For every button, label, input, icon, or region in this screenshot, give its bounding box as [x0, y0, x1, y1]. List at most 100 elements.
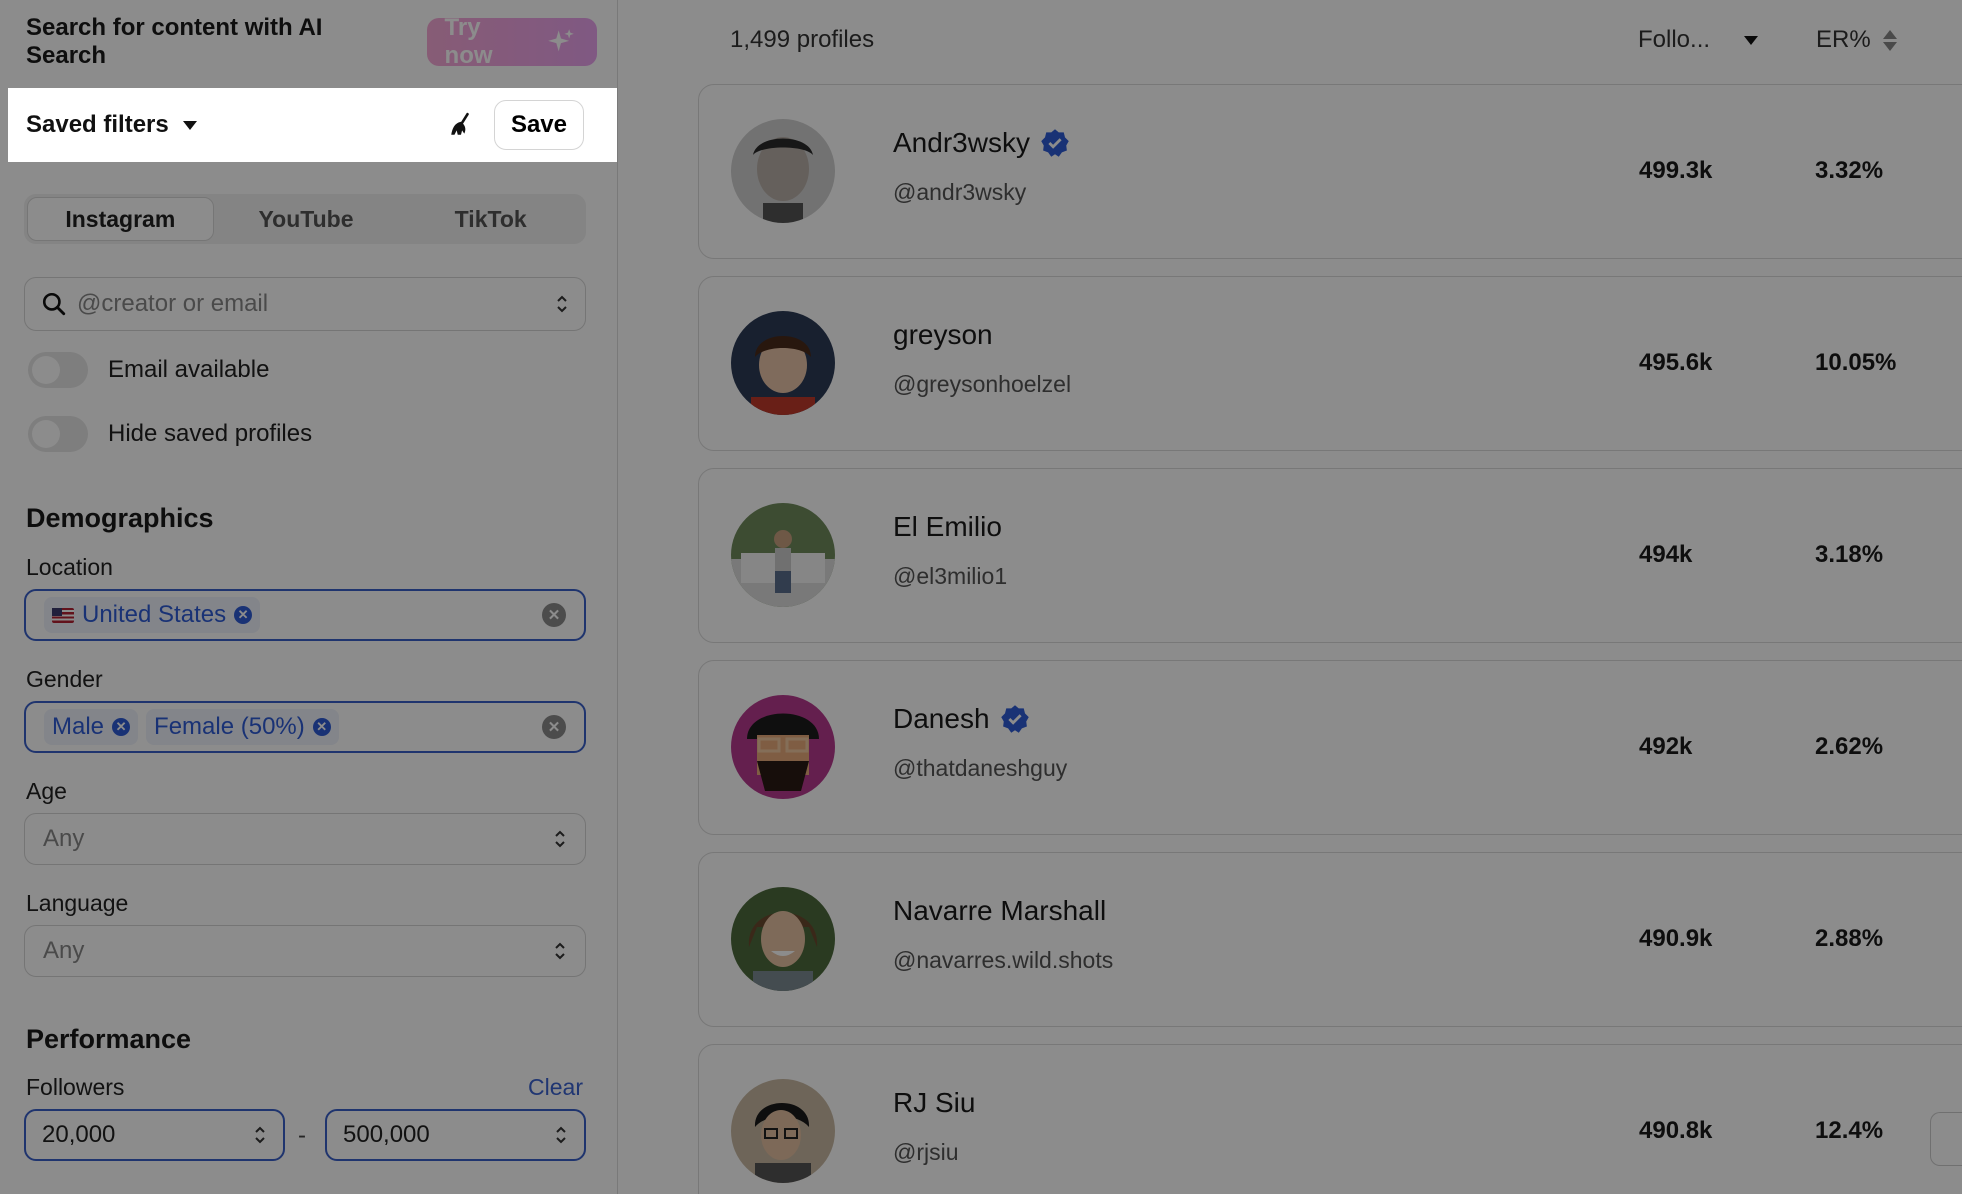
ai-search-row: Search for content with AI Search Try no…: [26, 14, 597, 69]
verified-badge-icon: [1041, 129, 1069, 157]
profile-handle: @el3milio1: [893, 563, 1008, 589]
profile-er: 3.18%: [1815, 541, 1884, 568]
broom-icon[interactable]: [448, 112, 474, 138]
hide-saved-label: Hide saved profiles: [108, 420, 313, 447]
try-now-label: Try now: [444, 14, 493, 69]
profile-card[interactable]: RJ Siu @rjsiu 490.8k 12.4%: [698, 1044, 1962, 1194]
profile-handle: @thatdaneshguy: [893, 755, 1068, 781]
remove-chip-icon[interactable]: ✕: [234, 606, 253, 624]
gender-chip-male: Male ✕: [44, 709, 139, 745]
save-filters-button[interactable]: Save: [493, 100, 584, 150]
sort-desc-icon: [1744, 35, 1759, 45]
language-select[interactable]: Any: [24, 925, 586, 977]
creator-search-input[interactable]: @creator or email: [24, 277, 586, 331]
followers-max-input[interactable]: 500,000: [325, 1109, 586, 1161]
range-dash: -: [298, 1122, 306, 1149]
age-select[interactable]: Any: [24, 813, 586, 865]
profile-er: 3.32%: [1815, 157, 1884, 184]
try-now-button[interactable]: Try now: [426, 14, 597, 69]
profile-followers: 492k: [1639, 733, 1693, 760]
location-field[interactable]: United States ✕ ✕: [24, 589, 586, 641]
profile-name: Navarre Marshall: [893, 895, 1106, 927]
followers-max-value: 500,000: [343, 1121, 430, 1148]
clear-field-icon[interactable]: ✕: [542, 603, 566, 627]
chevron-updown-icon: [556, 1126, 566, 1144]
profile-name: Danesh: [893, 703, 1030, 735]
followers-column-header[interactable]: Follo...: [1638, 26, 1759, 54]
gender-chip-label: Male: [52, 713, 105, 740]
chevron-updown-icon: [555, 830, 565, 848]
search-placeholder: @creator or email: [77, 290, 269, 317]
profile-name-text: RJ Siu: [893, 1087, 976, 1118]
profile-handle: @rjsiu: [893, 1139, 959, 1165]
filters-sidebar: Search for content with AI Search Try no…: [0, 0, 618, 1194]
profile-name-text: El Emilio: [893, 511, 1002, 542]
saved-filters-label: Saved filters: [26, 111, 169, 138]
profile-followers: 494k: [1639, 541, 1693, 568]
verified-badge-icon: [1000, 705, 1029, 733]
language-value: Any: [43, 937, 85, 964]
gender-label: Gender: [26, 666, 103, 692]
chevron-updown-icon: [555, 942, 565, 960]
profile-name-text: greyson: [893, 319, 993, 350]
saved-filters-dropdown[interactable]: Saved filters: [26, 111, 197, 139]
ai-search-text: Search for content with AI Search: [26, 14, 323, 69]
chevron-updown-icon: [557, 295, 567, 313]
profile-name: RJ Siu: [893, 1087, 975, 1119]
profile-card[interactable]: Andr3wsky @andr3wsky 499.3k 3.32%: [698, 84, 1962, 259]
location-label: Location: [26, 554, 113, 580]
search-icon: [42, 292, 66, 316]
hide-saved-toggle[interactable]: [28, 416, 88, 452]
profile-name: greyson: [893, 319, 993, 351]
gender-chip-female: Female (50%) ✕: [146, 709, 339, 745]
profile-er: 12.4%: [1815, 1117, 1884, 1144]
email-available-label: Email available: [108, 356, 270, 383]
demographics-heading: Demographics: [26, 503, 214, 533]
tab-tiktok[interactable]: TikTok: [398, 197, 583, 241]
caret-down-icon: [182, 120, 197, 130]
profile-name: Andr3wsky: [893, 127, 1070, 159]
platform-tabs: Instagram YouTube TikTok: [24, 194, 586, 244]
language-label: Language: [26, 890, 129, 916]
profile-followers: 490.9k: [1639, 925, 1713, 952]
followers-column-label: Follo...: [1638, 26, 1711, 53]
gender-field[interactable]: Male ✕ Female (50%) ✕ ✕: [24, 701, 586, 753]
sparkle-icon: [548, 29, 574, 52]
profile-handle: @navarres.wild.shots: [893, 947, 1114, 973]
avatar: [731, 1079, 835, 1183]
remove-chip-icon[interactable]: ✕: [112, 718, 131, 736]
gender-chip-label: Female (50%): [154, 713, 305, 740]
remove-chip-icon[interactable]: ✕: [312, 718, 331, 736]
profiles-count: 1,499 profiles: [730, 26, 875, 53]
email-available-toggle[interactable]: [28, 352, 88, 388]
profile-card[interactable]: El Emilio @el3milio1 494k 3.18%: [698, 468, 1962, 643]
er-column-label: ER%: [1816, 26, 1871, 53]
age-label: Age: [26, 778, 67, 804]
profile-name-text: Andr3wsky: [893, 127, 1030, 158]
followers-min-input[interactable]: 20,000: [24, 1109, 285, 1161]
location-chip: United States ✕: [44, 597, 261, 633]
location-chip-label: United States: [82, 601, 227, 628]
profile-card[interactable]: Navarre Marshall @navarres.wild.shots 49…: [698, 852, 1962, 1027]
profile-name: El Emilio: [893, 511, 1002, 543]
age-value: Any: [43, 825, 85, 852]
er-column-header[interactable]: ER%: [1816, 26, 1897, 54]
profile-card[interactable]: greyson @greysonhoelzel 495.6k 10.05%: [698, 276, 1962, 451]
results-panel: 1,499 profiles Follo... ER% Andr3wsky @a…: [618, 0, 1962, 1194]
avatar: [731, 119, 835, 223]
chevron-updown-icon: [255, 1126, 265, 1144]
profile-er: 2.62%: [1815, 733, 1884, 760]
profile-card[interactable]: Danesh @thatdaneshguy 492k 2.62%: [698, 660, 1962, 835]
profile-er: 2.88%: [1815, 925, 1884, 952]
profile-er: 10.05%: [1815, 349, 1897, 376]
profile-followers: 499.3k: [1639, 157, 1713, 184]
clear-followers-link[interactable]: Clear: [528, 1074, 583, 1101]
email-available-row: Email available: [28, 352, 269, 388]
profile-followers: 495.6k: [1639, 349, 1713, 376]
profile-handle: @greysonhoelzel: [893, 371, 1072, 397]
avatar: [731, 311, 835, 415]
clear-field-icon[interactable]: ✕: [542, 715, 566, 739]
tab-instagram[interactable]: Instagram: [27, 197, 214, 241]
side-scroll-button[interactable]: [1930, 1112, 1962, 1166]
tab-youtube[interactable]: YouTube: [214, 197, 399, 241]
